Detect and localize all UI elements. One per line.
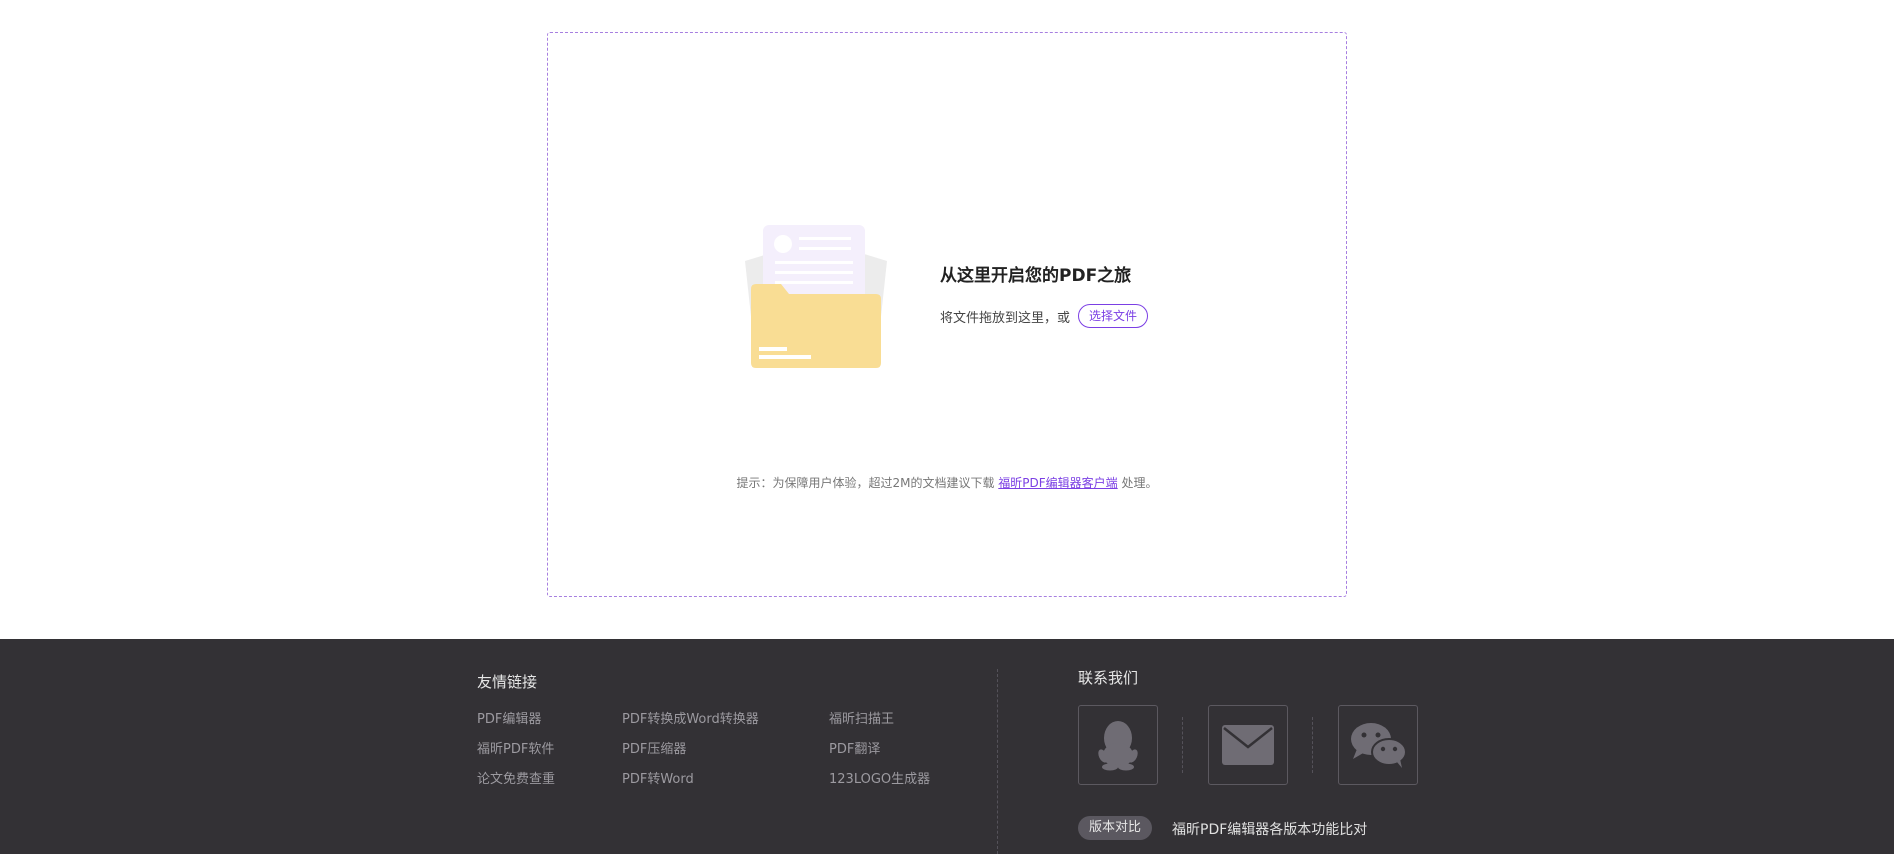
footer-link-pdf-to-word[interactable]: PDF转Word	[622, 768, 694, 787]
wechat-contact-button[interactable]	[1338, 705, 1418, 785]
upload-title: 从这里开启您的PDF之旅	[940, 266, 1132, 286]
footer-link-pdf-compressor[interactable]: PDF压缩器	[622, 738, 686, 757]
footer-link-logo-generator[interactable]: 123LOGO生成器	[829, 768, 930, 787]
footer-divider	[997, 669, 998, 854]
drag-hint: 将文件拖放到这里，或	[940, 310, 1071, 326]
wechat-icon	[1351, 723, 1407, 768]
upload-subline: 将文件拖放到这里，或 选择文件	[940, 304, 1149, 328]
mail-icon	[1222, 725, 1274, 765]
footer-link-foxit-pdf-software[interactable]: 福昕PDF软件	[477, 738, 554, 757]
version-compare-badge[interactable]: 版本对比	[1078, 816, 1153, 840]
friend-links-title: 友情链接	[477, 673, 538, 691]
email-contact-button[interactable]	[1208, 705, 1288, 785]
tip-suffix: 处理。	[1117, 476, 1158, 490]
upload-section: 从这里开启您的PDF之旅 将文件拖放到这里，或 选择文件 提示：为保障用户体验，…	[0, 0, 1894, 639]
footer: 友情链接 PDF编辑器 PDF转换成Word转换器 福昕扫描王 福昕PDF软件 …	[0, 639, 1894, 854]
footer-link-plagiarism-check[interactable]: 论文免费查重	[477, 768, 555, 787]
tip-prefix: 提示：为保障用户体验，超过2M的文档建议下载	[736, 476, 999, 490]
upload-hero: 从这里开启您的PDF之旅 将文件拖放到这里，或 选择文件	[940, 261, 1149, 328]
footer-link-pdf-translate[interactable]: PDF翻译	[829, 738, 880, 757]
folder-illustration-icon	[745, 225, 887, 368]
qq-contact-button[interactable]	[1078, 705, 1158, 785]
file-dropzone[interactable]: 从这里开启您的PDF之旅 将文件拖放到这里，或 选择文件 提示：为保障用户体验，…	[547, 32, 1347, 597]
contact-title: 联系我们	[1078, 669, 1139, 687]
footer-link-pdf-editor[interactable]: PDF编辑器	[477, 708, 541, 727]
upload-tip: 提示：为保障用户体验，超过2M的文档建议下载 福昕PDF编辑器客户端 处理。	[548, 474, 1346, 491]
contact-separator	[1312, 717, 1313, 773]
version-compare-link[interactable]: 福昕PDF编辑器各版本功能比对	[1172, 819, 1367, 839]
contact-separator	[1182, 717, 1183, 773]
desktop-client-link[interactable]: 福昕PDF编辑器客户端	[998, 476, 1117, 490]
footer-link-foxit-scanner[interactable]: 福昕扫描王	[829, 708, 894, 727]
qq-icon	[1098, 721, 1138, 771]
choose-file-button[interactable]: 选择文件	[1078, 304, 1149, 328]
footer-link-pdf-to-word-converter[interactable]: PDF转换成Word转换器	[622, 708, 759, 727]
